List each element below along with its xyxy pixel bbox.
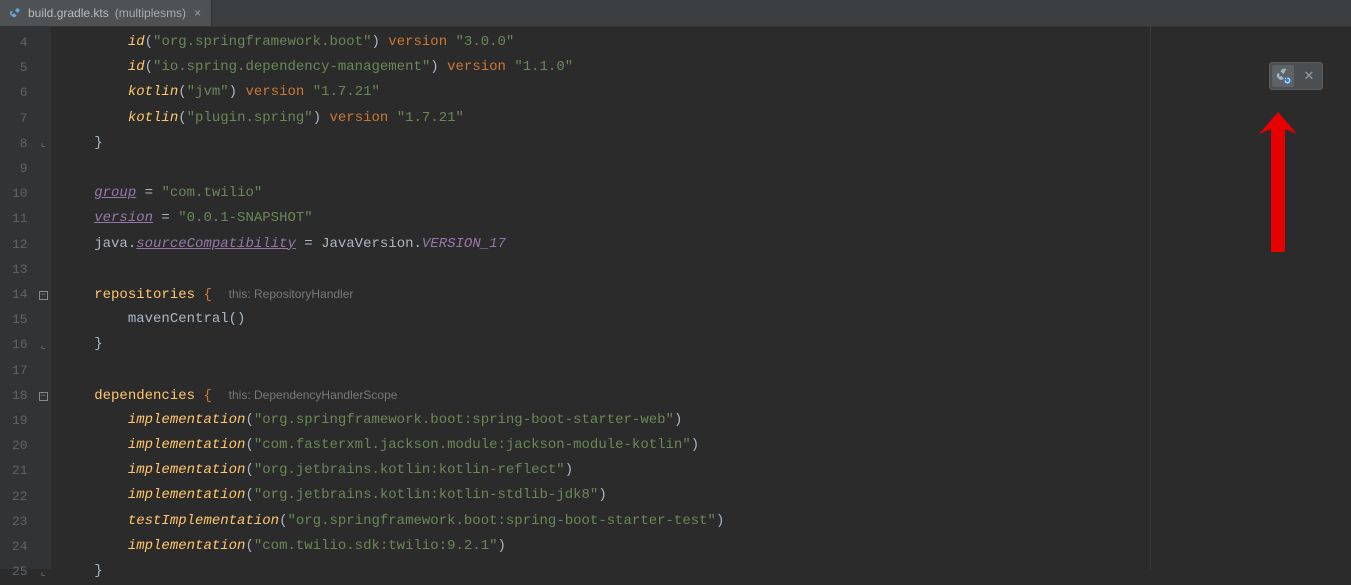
line-number: 13 — [12, 257, 28, 282]
line-number: 12 — [12, 232, 28, 257]
code-line[interactable]: dependencies { this: DependencyHandlerSc… — [61, 383, 1351, 408]
tab-filename: build.gradle.kts — [28, 6, 109, 20]
line-number: 15 — [12, 307, 28, 332]
line-number: 19 — [12, 408, 28, 433]
fold-toggle-icon[interactable] — [39, 291, 48, 300]
code-line[interactable]: } — [61, 131, 1351, 156]
code-line[interactable]: implementation("com.twilio.sdk:twilio:9.… — [61, 534, 1351, 559]
code-line[interactable]: } — [61, 559, 1351, 584]
line-number: 20 — [12, 433, 28, 458]
gutter: 45678910111213141516171819202122232425 — [0, 27, 37, 569]
fold-end-marker[interactable]: ⌞ — [37, 560, 50, 585]
gradle-sync-close-button[interactable]: ✕ — [1298, 65, 1320, 87]
gradle-file-icon — [8, 6, 22, 20]
code-line[interactable]: mavenCentral() — [61, 307, 1351, 332]
gradle-sync-button[interactable] — [1272, 65, 1294, 87]
line-number: 17 — [12, 358, 28, 383]
line-number: 14 — [12, 282, 28, 307]
line-number: 23 — [12, 509, 28, 534]
code-area[interactable]: id("org.springframework.boot") version "… — [51, 27, 1351, 569]
line-number: 5 — [12, 55, 28, 80]
line-number: 16 — [12, 332, 28, 357]
code-line[interactable] — [61, 257, 1351, 282]
code-line[interactable]: repositories { this: RepositoryHandler — [61, 282, 1351, 307]
code-line[interactable]: version = "0.0.1-SNAPSHOT" — [61, 206, 1351, 231]
tab-bar: build.gradle.kts (multiplesms) × — [0, 0, 1351, 27]
line-number: 6 — [12, 80, 28, 105]
line-number: 7 — [12, 106, 28, 131]
fold-column: ⌞⌞⌞ — [37, 27, 51, 569]
code-line[interactable]: id("io.spring.dependency-management") ve… — [61, 55, 1351, 80]
editor-tab[interactable]: build.gradle.kts (multiplesms) × — [0, 0, 212, 26]
line-number: 22 — [12, 484, 28, 509]
code-line[interactable] — [61, 357, 1351, 382]
code-line[interactable] — [61, 156, 1351, 181]
line-number: 25 — [12, 559, 28, 584]
fold-toggle-icon[interactable] — [39, 392, 48, 401]
tab-context: (multiplesms) — [115, 6, 186, 20]
code-line[interactable]: testImplementation("org.springframework.… — [61, 509, 1351, 534]
editor: 45678910111213141516171819202122232425 ⌞… — [0, 27, 1351, 569]
code-line[interactable]: implementation("org.jetbrains.kotlin:kot… — [61, 483, 1351, 508]
fold-end-marker[interactable]: ⌞ — [37, 132, 50, 157]
code-line[interactable]: group = "com.twilio" — [61, 181, 1351, 206]
gradle-sync-floating-toolbar: ✕ — [1269, 62, 1323, 90]
close-tab-icon[interactable]: × — [192, 6, 203, 20]
code-line[interactable]: kotlin("plugin.spring") version "1.7.21" — [61, 106, 1351, 131]
scrollbar-track[interactable] — [1339, 27, 1351, 569]
fold-end-marker[interactable]: ⌞ — [37, 333, 50, 358]
line-number: 24 — [12, 534, 28, 559]
code-line[interactable]: implementation("org.jetbrains.kotlin:kot… — [61, 458, 1351, 483]
code-line[interactable]: kotlin("jvm") version "1.7.21" — [61, 80, 1351, 105]
code-line[interactable]: implementation("org.springframework.boot… — [61, 408, 1351, 433]
editor-right-margin — [1150, 27, 1151, 569]
code-line[interactable]: implementation("com.fasterxml.jackson.mo… — [61, 433, 1351, 458]
line-number: 4 — [12, 30, 28, 55]
red-arrow-annotation — [1253, 112, 1303, 262]
line-number: 8 — [12, 131, 28, 156]
code-line[interactable]: } — [61, 332, 1351, 357]
line-number: 11 — [12, 206, 28, 231]
code-line[interactable]: java.sourceCompatibility = JavaVersion.V… — [61, 232, 1351, 257]
code-line[interactable]: id("org.springframework.boot") version "… — [61, 30, 1351, 55]
close-icon: ✕ — [1304, 68, 1315, 84]
line-number: 21 — [12, 458, 28, 483]
line-number: 10 — [12, 181, 28, 206]
line-number: 9 — [12, 156, 28, 181]
line-number: 18 — [12, 383, 28, 408]
